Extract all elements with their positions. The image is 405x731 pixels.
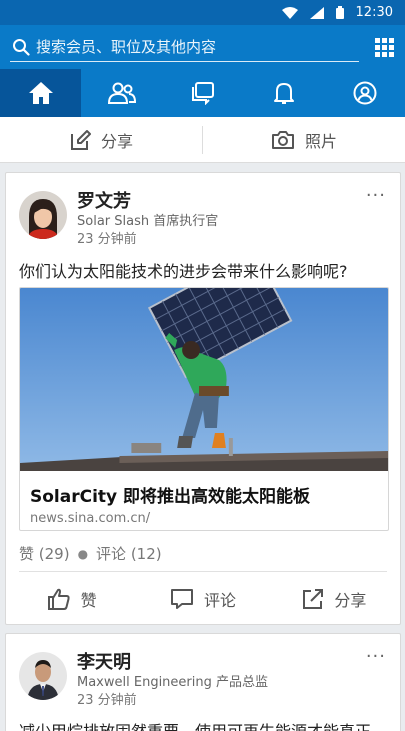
more-options-icon[interactable]: ··· xyxy=(366,187,386,205)
status-bar: 12:30 xyxy=(0,0,405,25)
camera-icon xyxy=(271,130,294,149)
search-bar xyxy=(0,25,405,69)
apps-grid-icon[interactable] xyxy=(373,36,395,58)
share-button[interactable]: 分享 xyxy=(0,117,202,162)
nav-bar xyxy=(0,69,405,117)
author-title: Solar Slash 首席执行官 xyxy=(77,214,219,229)
link-preview[interactable]: SolarCity 即将推出高效能太阳能板 news.sina.com.cn/ xyxy=(19,287,389,531)
tab-messages[interactable] xyxy=(162,69,243,117)
post-header: 李天明 Maxwell Engineering 产品总监 23 分钟前 xyxy=(19,652,268,710)
search-icon xyxy=(13,38,30,56)
tab-network[interactable] xyxy=(81,69,162,117)
tab-notifications[interactable] xyxy=(243,69,324,117)
feed-post: 罗文芳 Solar Slash 首席执行官 23 分钟前 ··· 你们认为太阳能… xyxy=(5,172,401,625)
comment-button[interactable]: 评论 xyxy=(137,573,268,625)
home-icon xyxy=(28,82,53,104)
profile-icon xyxy=(353,81,376,105)
edit-icon xyxy=(70,129,91,150)
feed-post: 李天明 Maxwell Engineering 产品总监 23 分钟前 ··· … xyxy=(5,633,401,731)
tab-profile[interactable] xyxy=(324,69,405,117)
like-count[interactable]: 赞 (29) xyxy=(19,543,70,564)
search-box[interactable] xyxy=(10,32,359,62)
author-name[interactable]: 罗文芳 xyxy=(77,191,218,213)
link-preview-image xyxy=(20,288,388,471)
post-actions: 赞 评论 分享 xyxy=(6,573,400,625)
photo-button[interactable]: 照片 xyxy=(203,117,405,162)
like-label: 赞 xyxy=(80,591,97,610)
count-separator: ● xyxy=(77,546,89,561)
connections-icon xyxy=(107,82,136,104)
search-input[interactable] xyxy=(36,37,359,56)
post-header: 罗文芳 Solar Slash 首席执行官 23 分钟前 xyxy=(19,191,218,249)
thumbs-up-icon xyxy=(47,588,70,610)
post-text: 你们认为太阳能技术的进步会带来什么影响呢? xyxy=(19,262,348,281)
post-time: 23 分钟前 xyxy=(77,232,137,247)
external-share-icon xyxy=(303,589,324,609)
post-text: 减少甲烷排放固然重要，使用可再生能源才能真正 xyxy=(19,718,371,731)
post-time: 23 分钟前 xyxy=(77,693,137,708)
author-title: Maxwell Engineering 产品总监 xyxy=(77,675,268,690)
author-info: 罗文芳 Solar Slash 首席执行官 23 分钟前 xyxy=(77,191,218,249)
messages-icon xyxy=(191,82,214,105)
avatar[interactable] xyxy=(19,652,67,700)
share-label: 分享 xyxy=(100,131,133,151)
comment-label: 评论 xyxy=(203,591,236,610)
avatar[interactable] xyxy=(19,191,67,239)
photo-label: 照片 xyxy=(304,131,337,151)
battery-icon xyxy=(335,6,344,19)
link-domain: news.sina.com.cn/ xyxy=(30,511,151,526)
comment-icon xyxy=(170,589,193,609)
share-post-label: 分享 xyxy=(334,591,367,610)
author-info: 李天明 Maxwell Engineering 产品总监 23 分钟前 xyxy=(77,652,268,710)
link-title: SolarCity 即将推出高效能太阳能板 xyxy=(30,487,311,507)
divider xyxy=(19,571,387,572)
bell-icon xyxy=(273,83,294,104)
comment-count[interactable]: 评论 (12) xyxy=(96,543,162,564)
author-name[interactable]: 李天明 xyxy=(77,652,268,674)
signal-icon xyxy=(309,6,324,19)
tab-home[interactable] xyxy=(0,69,81,117)
status-time: 12:30 xyxy=(355,5,393,20)
social-counts: 赞 (29) ● 评论 (12) xyxy=(19,543,162,564)
share-bar: 分享 照片 xyxy=(0,117,405,163)
wifi-icon xyxy=(281,6,298,19)
more-options-icon[interactable]: ··· xyxy=(366,648,386,666)
share-post-button[interactable]: 分享 xyxy=(269,573,400,625)
like-button[interactable]: 赞 xyxy=(6,573,137,625)
